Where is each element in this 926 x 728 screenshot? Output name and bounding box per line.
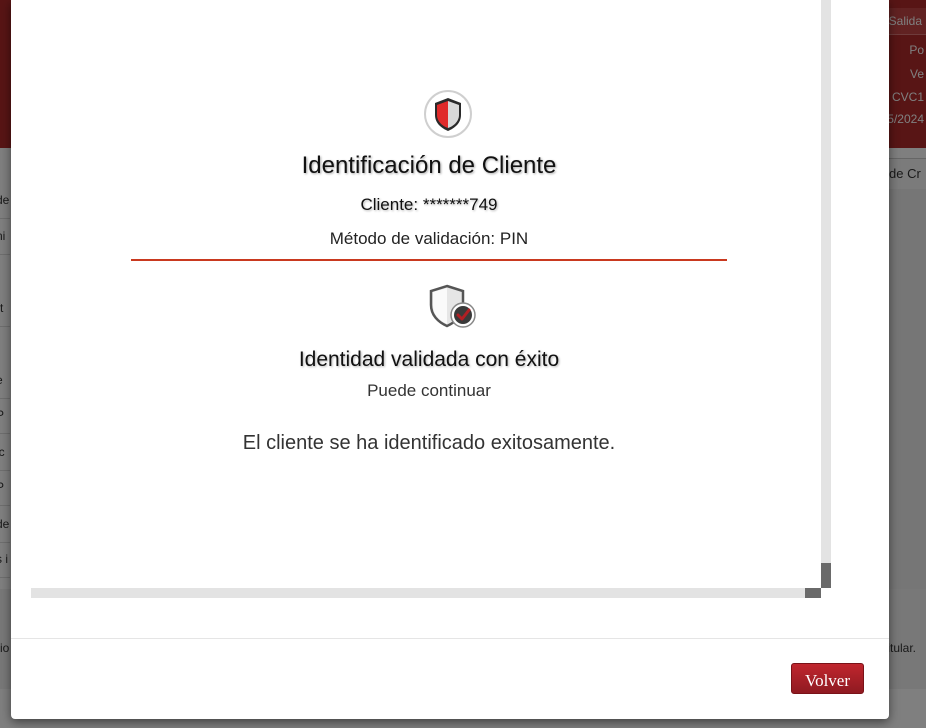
horizontal-scrollbar-thumb[interactable] <box>805 588 821 598</box>
vertical-scrollbar-thumb[interactable] <box>821 563 831 588</box>
divider <box>131 259 727 261</box>
success-title: Identidad validada con éxito <box>298 348 560 371</box>
vertical-scrollbar[interactable] <box>821 0 831 588</box>
shield-check-icon <box>429 284 476 328</box>
shield-logo-icon <box>424 90 472 138</box>
modal-footer-divider <box>11 638 889 639</box>
volver-button[interactable]: Volver <box>791 663 864 694</box>
horizontal-scrollbar[interactable] <box>31 588 821 598</box>
modal-body: Identificación de Cliente Cliente: *****… <box>31 0 831 588</box>
continue-text: Puede continuar <box>367 381 491 400</box>
success-message: El cliente se ha identificado exitosamen… <box>242 432 616 454</box>
client-id: Cliente: *******749 <box>360 195 498 214</box>
modal-title: Identificación de Cliente <box>301 152 557 179</box>
identification-modal: Identificación de Cliente Cliente: *****… <box>11 0 889 719</box>
validation-method: Método de validación: PIN <box>329 229 529 248</box>
